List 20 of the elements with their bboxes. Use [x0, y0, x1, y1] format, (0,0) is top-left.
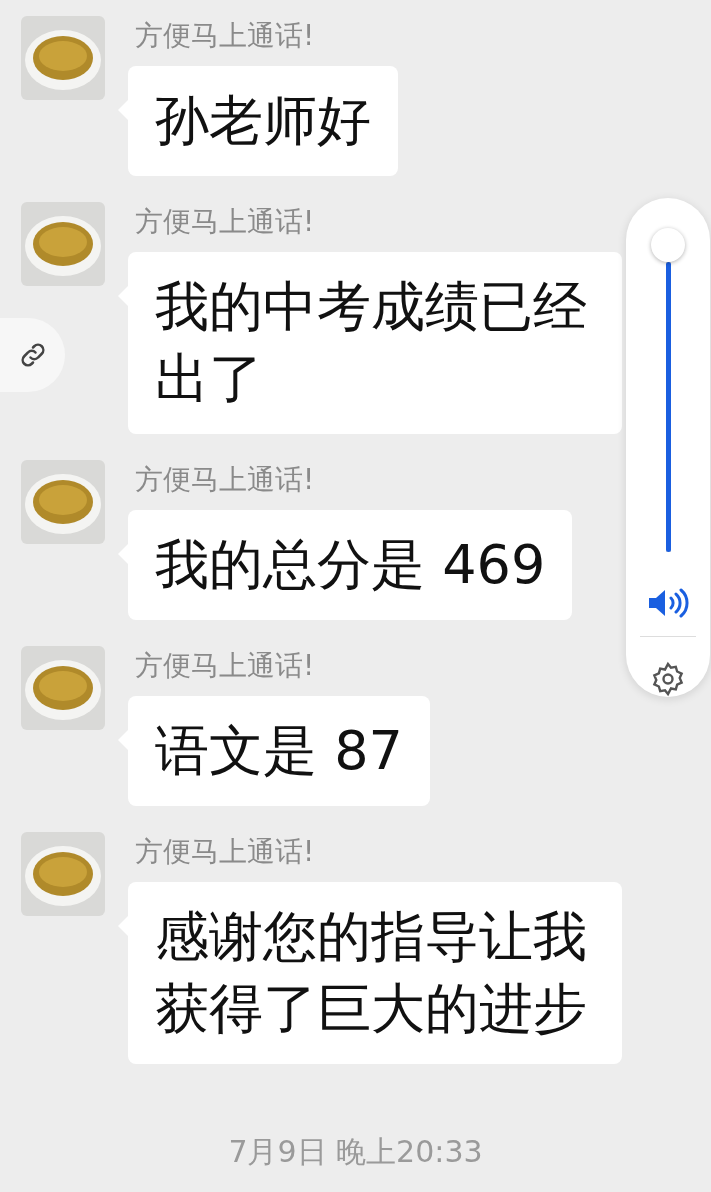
teacup-photo[interactable] [21, 832, 105, 916]
sender-name: 方便马上通话! [135, 462, 315, 498]
settings-icon[interactable] [650, 661, 686, 697]
link-button[interactable] [0, 318, 65, 392]
speaker-icon[interactable] [647, 588, 689, 618]
timestamp: 7月9日 晚上20:33 [228, 1133, 483, 1171]
sender-name: 方便马上通话! [135, 204, 315, 240]
sender-name: 方便马上通话! [135, 834, 315, 870]
sender-name: 方便马上通话! [135, 648, 315, 684]
teacup-photo[interactable] [21, 646, 105, 730]
teacup-photo[interactable] [21, 16, 105, 100]
message-bubble[interactable]: 语文是 87 [128, 696, 430, 806]
slider-thumb[interactable] [651, 228, 685, 262]
message-bubble[interactable]: 孙老师好 [128, 66, 398, 176]
message-bubble[interactable]: 我的总分是 469 [128, 510, 573, 620]
teacup-photo[interactable] [21, 460, 105, 544]
message-bubble[interactable]: 我的中考成绩已经出了 [128, 252, 622, 434]
teacup-photo[interactable] [21, 202, 105, 286]
message-bubble[interactable]: 感谢您的指导让我获得了巨大的进步 [128, 882, 622, 1064]
sender-name: 方便马上通话! [135, 18, 315, 54]
